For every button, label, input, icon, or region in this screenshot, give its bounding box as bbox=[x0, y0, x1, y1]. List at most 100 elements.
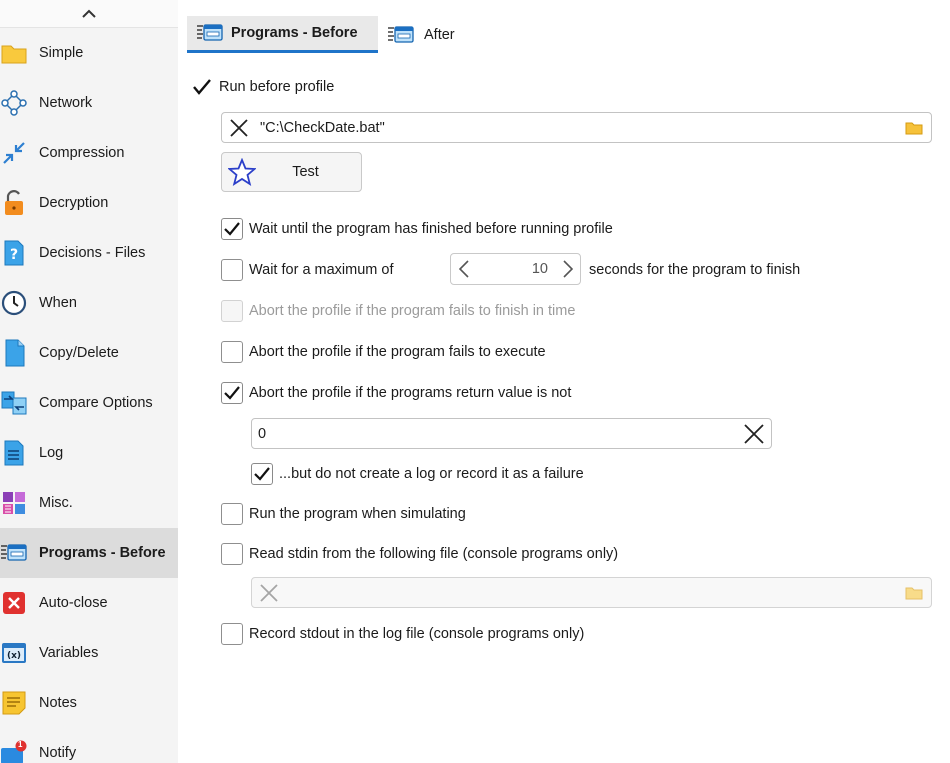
sidebar-item-when[interactable]: When bbox=[0, 278, 178, 328]
wait-seconds-value[interactable]: 10 bbox=[477, 261, 556, 277]
question-document-icon: ? bbox=[0, 239, 28, 267]
browse-stdin-button bbox=[897, 586, 931, 600]
program-path-field[interactable]: "C:\CheckDate.bat" bbox=[221, 112, 932, 143]
notify-count-badge: 1 bbox=[18, 740, 23, 749]
record-stdout-label: Record stdout in the log file (console p… bbox=[249, 626, 585, 642]
run-before-profile-row: Run before profile bbox=[191, 75, 334, 99]
test-button[interactable]: Test bbox=[221, 152, 362, 192]
record-stdout-checkbox[interactable] bbox=[221, 623, 243, 645]
run-simulating-checkbox[interactable] bbox=[221, 503, 243, 525]
sidebar-item-label: Decisions - Files bbox=[39, 245, 146, 261]
stdin-file-field bbox=[251, 577, 932, 608]
abort-execute-checkbox[interactable] bbox=[221, 341, 243, 363]
abort-timeout-checkbox bbox=[221, 300, 243, 322]
close-icon bbox=[744, 423, 764, 444]
compress-arrows-icon bbox=[0, 139, 28, 167]
sidebar-item-network[interactable]: Network bbox=[0, 78, 178, 128]
program-window-icon bbox=[386, 23, 416, 47]
sidebar-item-programs-before[interactable]: Programs - Before bbox=[0, 528, 178, 578]
chevron-left-icon bbox=[459, 260, 469, 278]
wait-max-row: Wait for a maximum of bbox=[221, 258, 394, 282]
close-icon bbox=[260, 583, 278, 602]
return-value-text[interactable]: 0 bbox=[252, 426, 737, 442]
sidebar-item-label: Copy/Delete bbox=[39, 345, 119, 361]
checkmark-icon bbox=[193, 79, 211, 95]
run-simulating-row: Run the program when simulating bbox=[221, 502, 466, 526]
tab-label: After bbox=[424, 26, 455, 43]
no-log-failure-checkbox[interactable] bbox=[251, 463, 273, 485]
sidebar-item-label: Notify bbox=[39, 745, 77, 761]
sidebar: Simple Network Compression Decryption ? … bbox=[0, 0, 178, 763]
read-stdin-row: Read stdin from the following file (cons… bbox=[221, 542, 618, 566]
misc-squares-icon bbox=[0, 489, 28, 517]
folder-icon bbox=[905, 587, 923, 599]
abort-execute-row: Abort the profile if the program fails t… bbox=[221, 340, 546, 364]
sidebar-item-label: Simple bbox=[39, 45, 84, 61]
sidebar-item-misc[interactable]: Misc. bbox=[0, 478, 178, 528]
record-stdout-row: Record stdout in the log file (console p… bbox=[221, 622, 584, 646]
read-stdin-checkbox[interactable] bbox=[221, 543, 243, 565]
wait-max-checkbox[interactable] bbox=[221, 259, 243, 281]
run-before-profile-checkbox[interactable] bbox=[191, 76, 213, 98]
sidebar-item-log[interactable]: Log bbox=[0, 428, 178, 478]
sidebar-item-compare-options[interactable]: Compare Options bbox=[0, 378, 178, 428]
sidebar-item-decryption[interactable]: Decryption bbox=[0, 178, 178, 228]
sidebar-item-label: Compression bbox=[39, 145, 125, 161]
sidebar-item-label: Misc. bbox=[39, 495, 73, 511]
clear-stdin-button bbox=[252, 578, 286, 607]
stepper-increment-button[interactable] bbox=[556, 260, 580, 278]
sidebar-item-label: Auto-close bbox=[39, 595, 108, 611]
sidebar-item-label: Compare Options bbox=[39, 395, 153, 411]
copy-document-icon bbox=[0, 339, 28, 367]
chevron-right-icon bbox=[563, 260, 573, 278]
red-x-icon bbox=[0, 589, 28, 617]
close-icon bbox=[230, 118, 248, 137]
abort-return-row: Abort the profile if the programs return… bbox=[221, 381, 571, 405]
wait-max-suffix-row: seconds for the program to finish bbox=[589, 258, 800, 282]
sticky-note-icon bbox=[0, 689, 28, 717]
browse-folder-button[interactable] bbox=[897, 121, 931, 135]
sidebar-item-copy-delete[interactable]: Copy/Delete bbox=[0, 328, 178, 378]
sidebar-item-decisions-files[interactable]: ? Decisions - Files bbox=[0, 228, 178, 278]
notify-badge-icon: 1 bbox=[0, 739, 28, 763]
sidebar-item-label: Programs - Before bbox=[39, 545, 166, 561]
program-window-icon bbox=[195, 21, 225, 45]
wait-finish-row: Wait until the program has finished befo… bbox=[221, 217, 613, 241]
wait-max-label: Wait for a maximum of bbox=[249, 262, 394, 278]
program-path-value[interactable]: "C:\CheckDate.bat" bbox=[256, 120, 897, 136]
sidebar-item-label: Decryption bbox=[39, 195, 109, 211]
svg-text:?: ? bbox=[10, 247, 18, 263]
tab-after[interactable]: After bbox=[386, 16, 466, 53]
sidebar-item-auto-close[interactable]: Auto-close bbox=[0, 578, 178, 628]
wait-finish-checkbox[interactable] bbox=[221, 218, 243, 240]
sidebar-item-simple[interactable]: Simple bbox=[0, 28, 178, 78]
abort-return-checkbox[interactable] bbox=[221, 382, 243, 404]
clear-path-button[interactable] bbox=[222, 113, 256, 142]
tab-programs-before[interactable]: Programs - Before bbox=[187, 16, 378, 53]
test-button-label: Test bbox=[292, 164, 319, 180]
run-before-profile-label: Run before profile bbox=[219, 79, 335, 95]
wait-max-suffix-label: seconds for the program to finish bbox=[589, 262, 801, 278]
sidebar-item-notify[interactable]: 1 Notify bbox=[0, 728, 178, 763]
sidebar-item-notes[interactable]: Notes bbox=[0, 678, 178, 728]
chevron-up-icon bbox=[82, 9, 96, 18]
wait-seconds-stepper[interactable]: 10 bbox=[450, 253, 581, 285]
no-log-failure-row: ...but do not create a log or record it … bbox=[251, 462, 584, 486]
stepper-decrement-button[interactable] bbox=[451, 260, 477, 278]
star-icon bbox=[222, 158, 262, 186]
svg-text:(x): (x) bbox=[7, 651, 21, 661]
clear-return-value-button[interactable] bbox=[737, 419, 771, 448]
return-value-field[interactable]: 0 bbox=[251, 418, 772, 449]
folder-icon bbox=[905, 122, 923, 134]
sidebar-item-variables[interactable]: (x) Variables bbox=[0, 628, 178, 678]
read-stdin-label: Read stdin from the following file (cons… bbox=[249, 546, 619, 562]
checkmark-icon bbox=[224, 222, 240, 236]
sidebar-item-compression[interactable]: Compression bbox=[0, 128, 178, 178]
abort-timeout-row: Abort the profile if the program fails t… bbox=[221, 299, 575, 323]
sidebar-scroll-up-button[interactable] bbox=[0, 0, 178, 28]
abort-timeout-label: Abort the profile if the program fails t… bbox=[249, 303, 576, 319]
sidebar-item-label: Variables bbox=[39, 645, 99, 661]
sidebar-item-label: When bbox=[39, 295, 77, 311]
abort-execute-label: Abort the profile if the program fails t… bbox=[249, 344, 546, 360]
tab-label: Programs - Before bbox=[231, 25, 358, 41]
